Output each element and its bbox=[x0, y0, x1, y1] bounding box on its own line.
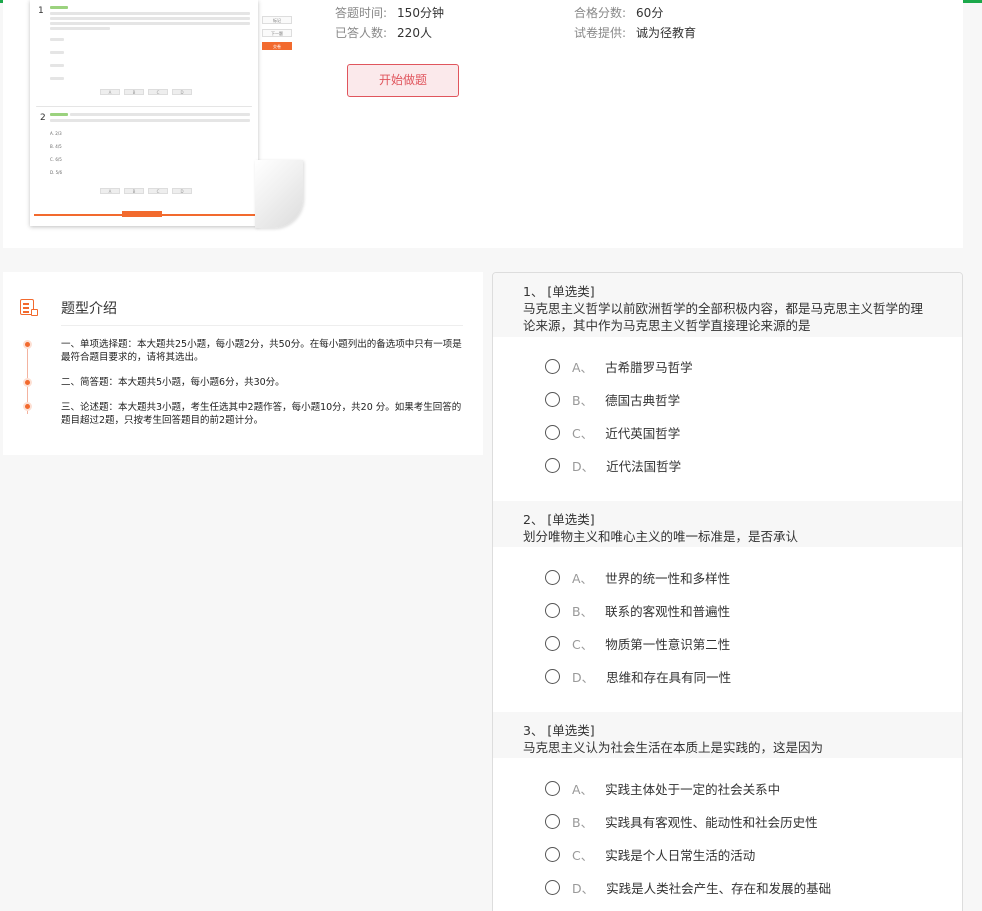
option-b[interactable]: B、 实践具有客观性、能动性和社会历史性 bbox=[545, 812, 818, 831]
radio-icon[interactable] bbox=[545, 359, 560, 374]
question-type-intro-card: 题型介绍 一、单项选择题：本大题共25小题，每小题2分，共50分。在每小题列出的… bbox=[3, 272, 483, 455]
divider bbox=[61, 325, 463, 326]
intro-item-short-answer: 二、简答题：本大题共5小题，每小题6分，共30分。 bbox=[61, 377, 285, 388]
intro-item-single-choice: 一、单项选择题：本大题共25小题，每小题2分，共50分。在每小题列出的备选项中只… bbox=[61, 339, 462, 363]
intro-title: 题型介绍 bbox=[61, 301, 117, 317]
radio-icon[interactable] bbox=[545, 781, 560, 796]
timeline-dot-icon bbox=[23, 340, 32, 349]
option-d[interactable]: D、 思维和存在具有同一性 bbox=[545, 667, 731, 686]
radio-icon[interactable] bbox=[545, 880, 560, 895]
option-c[interactable]: C、 实践是个人日常生活的活动 bbox=[545, 845, 755, 864]
question-list-panel: 1、 [单选类] 马克思主义哲学以前欧洲哲学的全部积极内容，都是马克思主义哲学的… bbox=[492, 272, 963, 911]
radio-icon[interactable] bbox=[545, 603, 560, 618]
option-b[interactable]: B、 德国古典哲学 bbox=[545, 390, 680, 409]
question-header: 3、 [单选类] 马克思主义认为社会生活在本质上是实践的，这是因为 bbox=[493, 712, 962, 758]
pass-score-info: 合格分数: 60分 bbox=[574, 6, 664, 20]
start-exam-button[interactable]: 开始做题 bbox=[347, 64, 459, 97]
option-d[interactable]: D、 近代法国哲学 bbox=[545, 456, 681, 475]
timeline-dot-icon bbox=[23, 402, 32, 411]
preview-side-panel: 标记 下一题 交卷 bbox=[260, 0, 296, 60]
preview-question-number-2: 2 bbox=[40, 113, 46, 123]
option-b[interactable]: B、 联系的客观性和普遍性 bbox=[545, 601, 730, 620]
radio-icon[interactable] bbox=[545, 847, 560, 862]
preview-question-number: 1 bbox=[38, 6, 44, 16]
question-text: 划分唯物主义和唯心主义的唯一标准是，是否承认 bbox=[523, 529, 799, 544]
question-text: 马克思主义认为社会生活在本质上是实践的，这是因为 bbox=[523, 740, 824, 755]
question-header: 2、 [单选类] 划分唯物主义和唯心主义的唯一标准是，是否承认 bbox=[493, 501, 962, 547]
exam-preview-image: 1 ABCD 2 A. 2/3 B. 4/5 C. 6/5 D. 5/6 ABC… bbox=[30, 0, 258, 226]
radio-icon[interactable] bbox=[545, 425, 560, 440]
duration-info: 答题时间: 150分钟 bbox=[335, 6, 444, 20]
option-c[interactable]: C、 近代英国哲学 bbox=[545, 423, 680, 442]
provider-info: 试卷提供: 诚为径教育 bbox=[574, 26, 697, 40]
option-a[interactable]: A、 古希腊罗马哲学 bbox=[545, 357, 693, 376]
question-type-label: 2、 [单选类] bbox=[523, 512, 595, 527]
question-type-label: 3、 [单选类] bbox=[523, 723, 595, 738]
radio-icon[interactable] bbox=[545, 570, 560, 585]
question-text: 马克思主义哲学以前欧洲哲学的全部积极内容，都是马克思主义哲学的理论来源，其中作为… bbox=[523, 301, 924, 333]
option-d[interactable]: D、 实践是人类社会产生、存在和发展的基础 bbox=[545, 878, 831, 897]
radio-icon[interactable] bbox=[545, 392, 560, 407]
radio-icon[interactable] bbox=[545, 458, 560, 473]
option-c[interactable]: C、 物质第一性意识第二性 bbox=[545, 634, 730, 653]
option-a[interactable]: A、 世界的统一性和多样性 bbox=[545, 568, 730, 587]
radio-icon[interactable] bbox=[545, 669, 560, 684]
document-icon bbox=[20, 299, 38, 316]
question-type-label: 1、 [单选类] bbox=[523, 284, 595, 299]
option-a[interactable]: A、 实践主体处于一定的社会关系中 bbox=[545, 779, 780, 798]
intro-item-essay: 三、论述题：本大题共3小题，考生任选其中2题作答，每小题10分，共20 分。如果… bbox=[61, 402, 462, 426]
radio-icon[interactable] bbox=[545, 814, 560, 829]
timeline-dot-icon bbox=[23, 378, 32, 387]
answered-count-info: 已答人数: 220人 bbox=[335, 26, 432, 40]
radio-icon[interactable] bbox=[545, 636, 560, 651]
question-header: 1、 [单选类] 马克思主义哲学以前欧洲哲学的全部积极内容，都是马克思主义哲学的… bbox=[493, 273, 962, 337]
